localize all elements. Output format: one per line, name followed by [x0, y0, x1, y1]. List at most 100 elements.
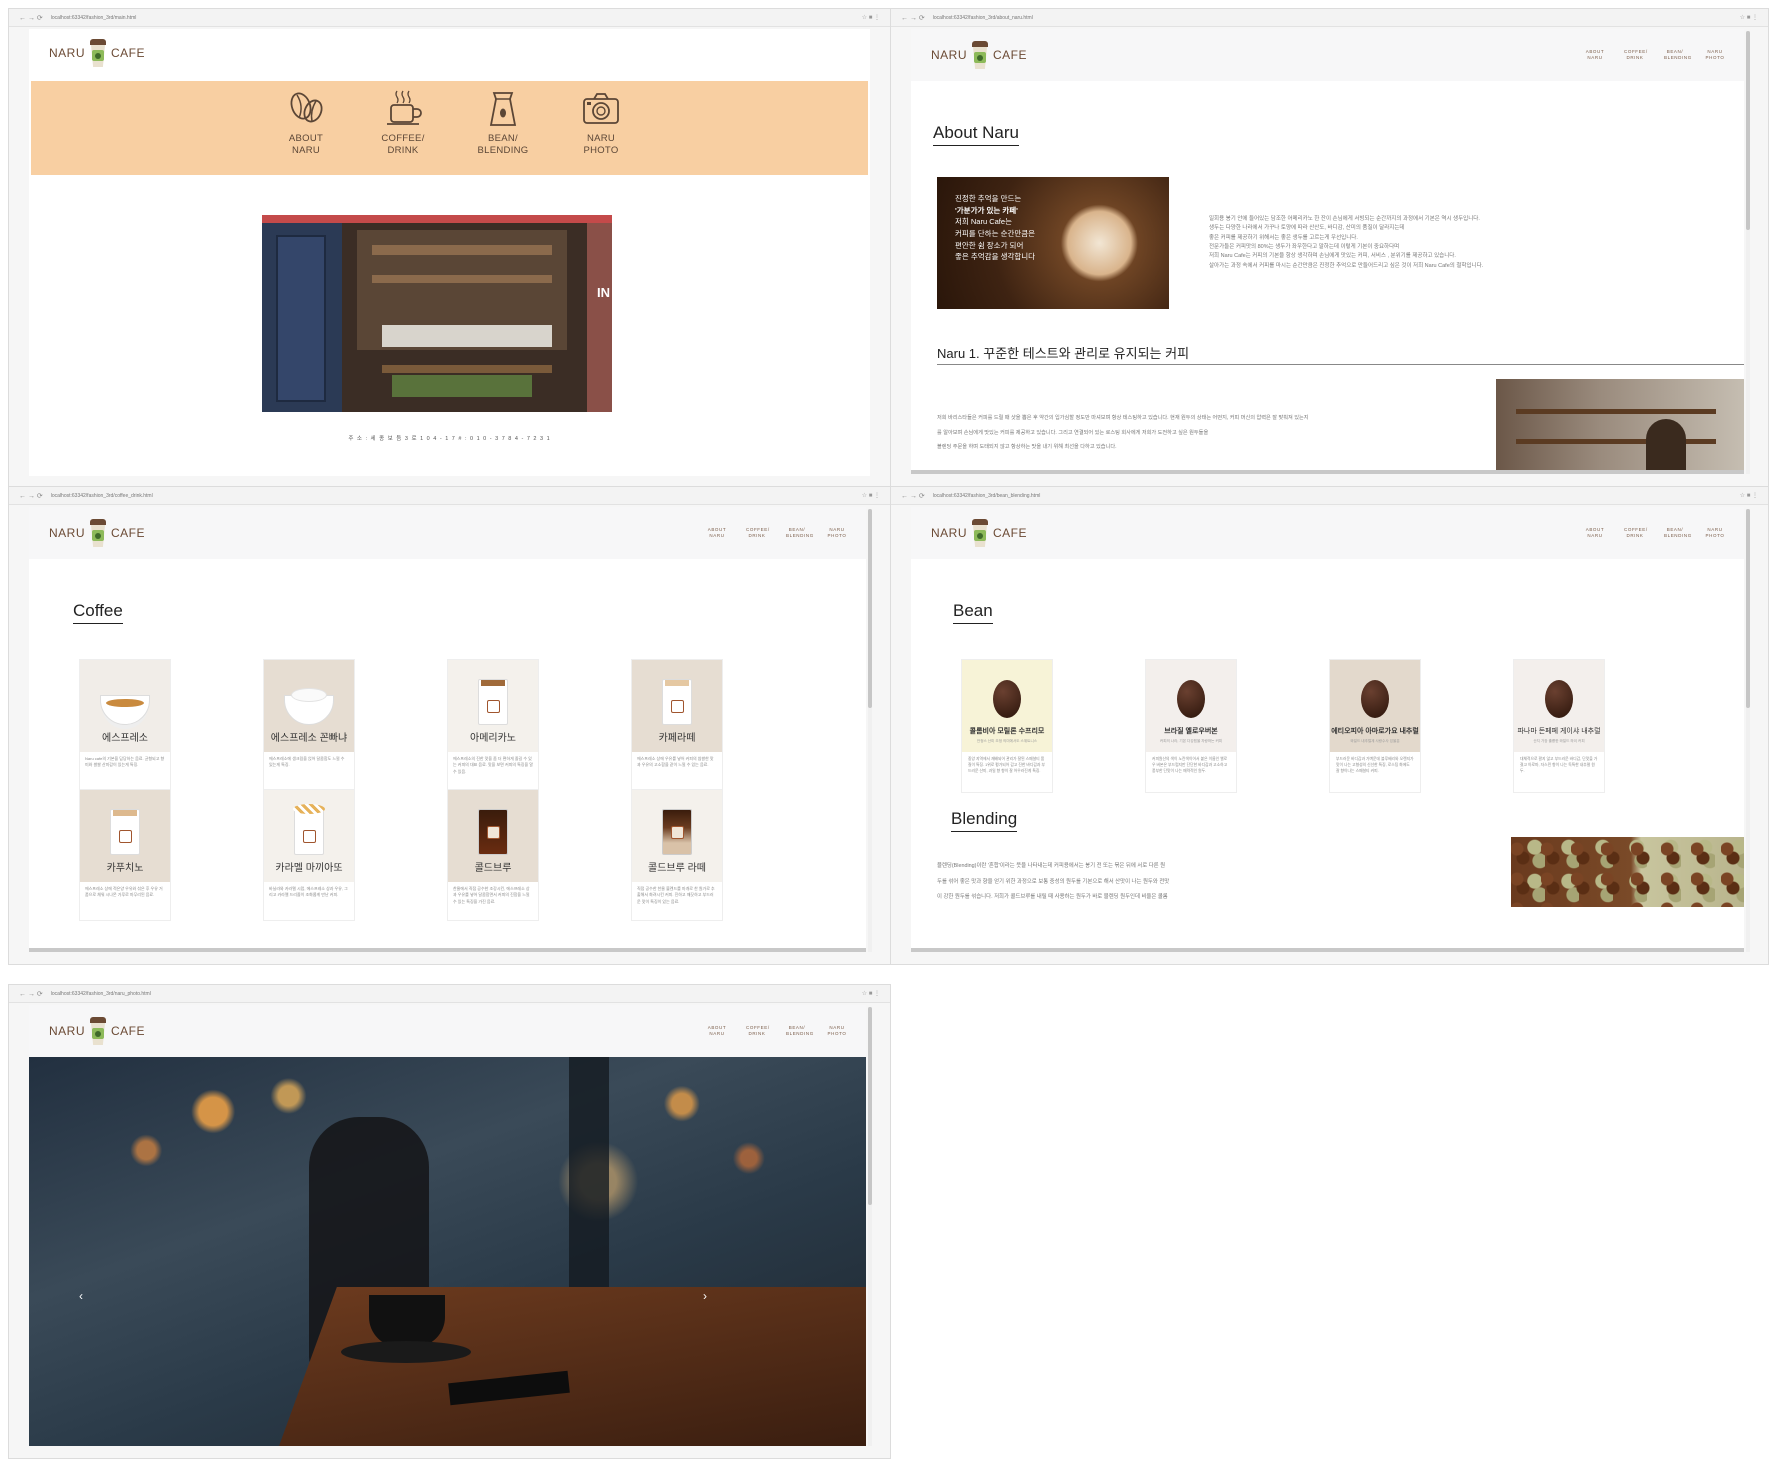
- slider-prev-arrow[interactable]: ‹: [79, 1289, 83, 1303]
- bean-card[interactable]: 에티오피아 아마로가요 내추럴 와일드 내추럴계 사랑수사 있을분 부드러운 바디…: [1329, 659, 1421, 793]
- site-header: NARU CAFE ABOUT NARU COFFEE/ DRINK BEAN/…: [911, 29, 1744, 81]
- browser-tools[interactable]: ☆ ■ ⋮: [862, 492, 880, 499]
- coffee-desc: Naru cafe의 기본을 담당하는 음료. 균형되고 향미와 쌀쌀 산미감이…: [85, 756, 165, 768]
- logo[interactable]: NARU CAFE: [49, 1017, 145, 1045]
- coffee-cup-icon: [387, 90, 422, 125]
- coffee-card[interactable]: 아메리카노 에스프레소의 진한 맛을 좀 더 편하게 즐길 수 있는 커피의 대…: [447, 659, 539, 791]
- latte-cup-image: [662, 679, 692, 725]
- coffee-desc: 에스프레소 상에 적은양 우유와 섞은 후 우유 거품으로 채워 시나몬 가루로…: [85, 886, 163, 898]
- menu-coffee-drink[interactable]: COFFEE/ DRINK: [373, 89, 433, 157]
- browser-tools[interactable]: ☆ ■ ⋮: [1740, 14, 1758, 21]
- bean-card[interactable]: 브라질 옐로우버본 커피의 나라, 기본 다강힘을 자랑하는 커피 커피원산의 색…: [1145, 659, 1237, 793]
- browser-nav[interactable]: ← → ⟳: [901, 14, 925, 22]
- address-bar[interactable]: localhost:63342/fashion_3rd/naru_photo.h…: [51, 991, 862, 997]
- nav-about[interactable]: ABOUT NARU: [1584, 49, 1606, 62]
- logo[interactable]: NARU CAFE: [49, 519, 145, 547]
- about-page: NARU CAFE ABOUT NARU COFFEE/ DRINK BEAN/…: [911, 29, 1744, 470]
- browser-toolbar: ← → ⟳ localhost:63342/fashion_3rd/naru_p…: [9, 985, 890, 1003]
- coffee-beans-icon: [290, 92, 323, 123]
- logo-text-right: CAFE: [993, 526, 1028, 540]
- coffee-card[interactable]: 카페라떼 에스프레소 상에 우유를 넣어 커피의 쌉쌀한 맛과 우유의 고소함을…: [631, 659, 723, 791]
- menu-bean-blending[interactable]: BEAN/ BLENDING: [473, 89, 533, 157]
- coffee-card[interactable]: 콜드브루 찬물에서 직접 공수한 조강시킨, 에스프레소 상과 우유를 넣어 달…: [447, 789, 539, 921]
- bean-card[interactable]: 콜롬비아 모릴론 수프리모 안정스 산미 조정 의미에서도 스위트니스 중앙 지역…: [961, 659, 1053, 793]
- address-bar[interactable]: localhost:63342/fashion_3rd/coffee_drink…: [51, 493, 862, 499]
- nav-bean[interactable]: BEAN/ BLENDING: [786, 527, 813, 540]
- browser-tools[interactable]: ☆ ■ ⋮: [862, 14, 880, 21]
- address-bar[interactable]: localhost:63342/fashion_3rd/bean_blendin…: [933, 493, 1740, 499]
- coffee-desc: 에스프레소에 생크림을 얹어 달콤함도 느낄 수 있는게 특징.: [269, 756, 345, 768]
- logo-text-left: NARU: [931, 526, 968, 540]
- menu-naru-photo[interactable]: NARU PHOTO: [571, 89, 631, 157]
- menu-about-naru[interactable]: ABOUT NARU: [276, 89, 336, 157]
- barista-photo: [1496, 379, 1744, 470]
- coffee-name: 카라멜 마끼아또: [275, 863, 343, 874]
- page-title: About Naru: [933, 123, 1019, 146]
- top-nav: ABOUT NARU COFFEE/ DRINK BEAN/ BLENDING …: [1584, 507, 1726, 559]
- browser-nav[interactable]: ← → ⟳: [19, 14, 43, 22]
- cup-logo-icon: [90, 39, 107, 67]
- browser-nav[interactable]: ← → ⟳: [901, 492, 925, 500]
- horizontal-scrollbar[interactable]: [911, 470, 1744, 474]
- nav-bean[interactable]: BEAN/ BLENDING: [1664, 527, 1691, 540]
- bean-desc: 커피원산의 색이 노란색이어서 붙은 이름인 옐로우 버본은 부드럽지만 단단한…: [1152, 757, 1228, 774]
- nav-photo[interactable]: NARU PHOTO: [1704, 527, 1726, 540]
- window-coffee: ← → ⟳ localhost:63342/fashion_3rd/coffee…: [8, 486, 891, 965]
- menu-bean-label: BEAN/ BLENDING: [477, 133, 529, 156]
- vertical-scrollbar[interactable]: [868, 1007, 872, 1446]
- coffee-card[interactable]: 카푸치노 에스프레소 상에 적은양 우유와 섞은 후 우유 거품으로 채워 시나…: [79, 789, 171, 921]
- logo[interactable]: NARU CAFE: [49, 39, 145, 67]
- nav-photo[interactable]: NARU PHOTO: [826, 527, 848, 540]
- address-bar[interactable]: localhost:63342/fashion_3rd/about_naru.h…: [933, 15, 1740, 21]
- coffee-name: 카페라떼: [658, 733, 696, 744]
- photo-slider[interactable]: ‹ ›: [29, 1057, 866, 1446]
- bean-card[interactable]: 파나마 돈페페 게이샤 내추럴 산지 가장 훌륭한 와일드 하이 커피 대체적으로…: [1513, 659, 1605, 793]
- coffee-card[interactable]: 카라멜 마끼아또 바닐라와 카라멜 시럽, 에스프레소 상과 우유, 그리고 카…: [263, 789, 355, 921]
- slider-next-arrow[interactable]: ›: [703, 1289, 707, 1303]
- coffee-beans-photo: [1511, 837, 1744, 907]
- logo[interactable]: NARU CAFE: [931, 41, 1027, 69]
- nav-bean[interactable]: BEAN/ BLENDING: [1664, 49, 1691, 62]
- bean-name: 에티오피아 아마로가요 내추럴: [1331, 728, 1419, 735]
- coffee-bean-image: [1361, 680, 1389, 718]
- coffee-desc: 찬물에서 직접 공수한 조강시킨, 에스프레소 상과 우유를 넣어 달콤함면서 …: [453, 886, 530, 904]
- vertical-scrollbar[interactable]: [1746, 509, 1750, 952]
- address-bar[interactable]: localhost:63342/fashion_3rd/main.html: [51, 15, 862, 21]
- nav-coffee[interactable]: COFFEE/ DRINK: [1624, 49, 1647, 62]
- nav-photo[interactable]: NARU PHOTO: [826, 1025, 848, 1038]
- nav-photo[interactable]: NARU PHOTO: [1704, 49, 1726, 62]
- coffee-card[interactable]: 에스프레소 꼰빠냐 에스프레소에 생크림을 얹어 달콤함도 느낄 수 있는게 특…: [263, 659, 355, 791]
- cup-logo-icon: [90, 519, 107, 547]
- bean-sub: 와일드 내추럴계 사랑수사 있을분: [1350, 739, 1400, 743]
- vertical-scrollbar[interactable]: [868, 509, 872, 952]
- logo[interactable]: NARU CAFE: [931, 519, 1027, 547]
- coffee-name: 콜드브루: [474, 863, 512, 874]
- nav-about[interactable]: ABOUT NARU: [706, 527, 728, 540]
- caramel-macchiato-cup-image: [293, 804, 325, 855]
- browser-nav[interactable]: ← → ⟳: [19, 990, 43, 998]
- browser-nav[interactable]: ← → ⟳: [19, 492, 43, 500]
- logo-text-left: NARU: [49, 1024, 86, 1038]
- coffee-name: 아메리카노: [470, 733, 516, 744]
- about-intro: 일회용 봉기 안에 들어있는 담조한 어메리카노 한 잔이 손님에게 서빙되는 …: [1209, 216, 1484, 269]
- browser-tools[interactable]: ☆ ■ ⋮: [1740, 492, 1758, 499]
- horizontal-scrollbar[interactable]: [29, 948, 866, 952]
- espresso-con-panna-image: [284, 688, 334, 725]
- latte-art-photo: 진정한 추억을 만드는 '가분가가 있는 카페' 저희 Naru Cafe는 커…: [937, 177, 1169, 309]
- nav-about[interactable]: ABOUT NARU: [1584, 527, 1606, 540]
- bean-desc: 대체적으로 팔지 않고 부드러운 바디감, 단맛을 가졌고 아로마, 자스민 향…: [1520, 757, 1598, 774]
- horizontal-scrollbar[interactable]: [911, 948, 1744, 952]
- browser-tools[interactable]: ☆ ■ ⋮: [862, 990, 880, 997]
- coffee-card[interactable]: 콜드브루 라떼 직접 공수한 찬물 블렌드를 마개로 찬 원가로 추출해서 화려…: [631, 789, 723, 921]
- nav-coffee[interactable]: COFFEE/ DRINK: [1624, 527, 1647, 540]
- coffee-page: NARU CAFE ABOUT NARU COFFEE/ DRINK BEAN/…: [29, 507, 866, 948]
- coffee-card[interactable]: 에스프레소 Naru cafe의 기본을 담당하는 음료. 균형되고 향미와 쌀…: [79, 659, 171, 791]
- cappuccino-cup-image: [110, 809, 140, 855]
- nav-coffee[interactable]: COFFEE/ DRINK: [746, 1025, 769, 1038]
- vertical-scrollbar[interactable]: [1746, 31, 1750, 474]
- nav-bean[interactable]: BEAN/ BLENDING: [786, 1025, 813, 1038]
- bean-page: NARU CAFE ABOUT NARU COFFEE/ DRINK BEAN/…: [911, 507, 1744, 948]
- nav-about[interactable]: ABOUT NARU: [706, 1025, 728, 1038]
- window-about: ← → ⟳ localhost:63342/fashion_3rd/about_…: [890, 8, 1769, 487]
- nav-coffee[interactable]: COFFEE/ DRINK: [746, 527, 769, 540]
